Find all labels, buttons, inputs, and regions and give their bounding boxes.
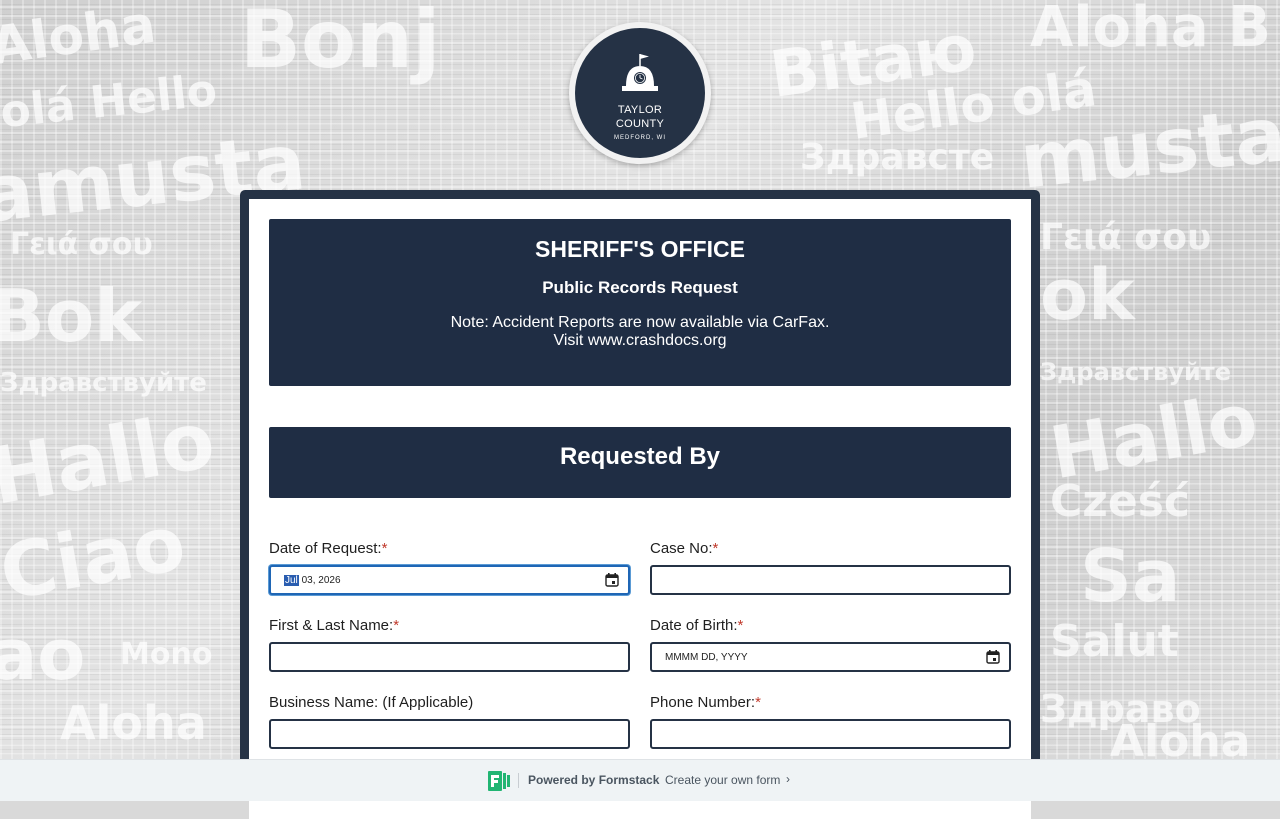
note-line-1: Note: Accident Reports are now available…	[450, 314, 830, 331]
required-mark: *	[712, 540, 719, 557]
taylor-county-logo: TAYLOR COUNTY MEDFORD, WI	[569, 22, 711, 164]
formstack-footer: Powered by Formstack Create your own for…	[0, 759, 1280, 801]
case-no-input[interactable]	[650, 565, 1011, 595]
note-line-2: Visit www.crashdocs.org	[553, 332, 727, 349]
logo-line-1: TAYLOR	[617, 104, 663, 116]
page-title: SHERIFF'S OFFICE	[535, 236, 745, 262]
business-name-label: Business Name: (If Applicable)	[269, 694, 474, 711]
form-header: SHERIFF'S OFFICE Public Records Request …	[269, 219, 1011, 386]
section-header-requested-by: Requested By	[269, 427, 1011, 498]
calendar-icon[interactable]	[605, 573, 619, 587]
date-of-birth-input[interactable]: MMMM DD, YYYY	[650, 642, 1011, 672]
create-form-link[interactable]: Create your own form	[665, 773, 780, 787]
formstack-logo-icon[interactable]	[488, 771, 512, 791]
date-of-birth-placeholder: MMMM DD, YYYY	[665, 652, 748, 663]
first-last-name-label: First & Last Name:*	[269, 617, 400, 634]
date-rest-segment: 03, 2026	[298, 575, 341, 586]
phone-number-label: Phone Number:*	[650, 694, 761, 711]
form-frame: SHERIFF'S OFFICE Public Records Request …	[240, 190, 1040, 819]
chevron-right-icon: ›	[786, 772, 790, 786]
form-card: SHERIFF'S OFFICE Public Records Request …	[249, 199, 1031, 819]
case-no-label: Case No:*	[650, 540, 719, 557]
business-name-input[interactable]	[269, 719, 630, 749]
calendar-icon[interactable]	[986, 650, 1000, 664]
footer-divider	[518, 773, 519, 788]
section-title: Requested By	[559, 443, 721, 470]
date-of-birth-label: Date of Birth:*	[650, 617, 744, 634]
page-subtitle: Public Records Request	[542, 278, 738, 297]
date-of-request-label: Date of Request:*	[269, 540, 388, 557]
required-mark: *	[381, 540, 388, 557]
required-mark: *	[737, 617, 744, 634]
required-mark: *	[755, 694, 761, 711]
logo-line-3: MEDFORD, WI	[614, 135, 666, 141]
capitol-clock-icon	[622, 54, 658, 91]
date-month-segment[interactable]: Jul	[284, 575, 299, 586]
logo-line-2: COUNTY	[615, 118, 665, 130]
required-mark: *	[393, 617, 400, 634]
powered-by-link[interactable]: Powered by Formstack	[528, 773, 659, 787]
first-last-name-input[interactable]	[269, 642, 630, 672]
phone-number-input[interactable]	[650, 719, 1011, 749]
date-of-request-input[interactable]: Jul 03, 2026	[269, 565, 630, 595]
